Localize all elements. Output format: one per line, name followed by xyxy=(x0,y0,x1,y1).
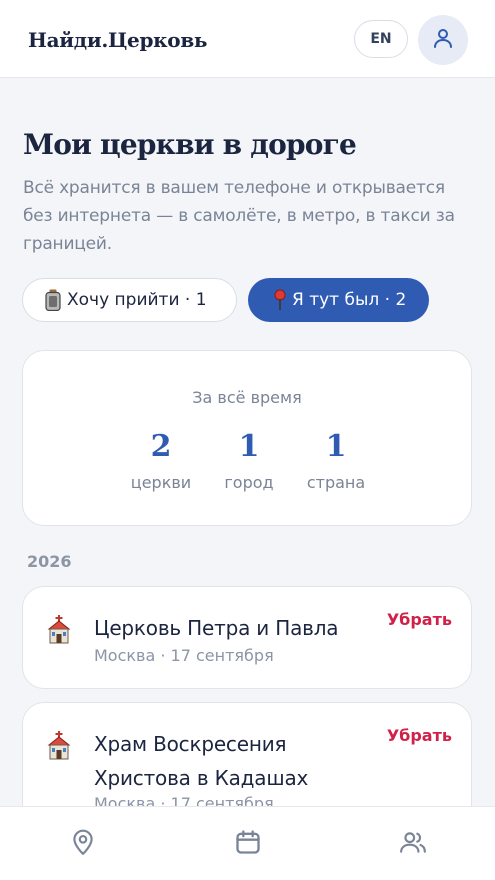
stat-countries: 1 страна xyxy=(291,429,381,492)
tab-want-label: Хочу прийти · 1 xyxy=(67,290,207,310)
church-card[interactable]: Церковь Петра и Павла Москва · 17 сентяб… xyxy=(22,586,472,689)
map-pin-icon xyxy=(70,828,96,860)
language-button[interactable]: EN xyxy=(354,20,408,58)
remove-button[interactable]: Убрать xyxy=(387,610,452,629)
stat-countries-value: 1 xyxy=(325,429,347,464)
church-icon xyxy=(45,731,73,765)
stats-card: За всё время 2 церкви 1 город 1 страна xyxy=(22,350,472,526)
bottom-nav xyxy=(0,806,495,880)
calendar-icon xyxy=(234,828,262,860)
stat-cities-value: 1 xyxy=(238,429,260,464)
church-name: Церковь Петра и Павла xyxy=(94,616,339,640)
app-logo[interactable]: Найди.Церковь xyxy=(28,28,208,52)
stat-countries-label: страна xyxy=(306,473,366,492)
profile-button[interactable] xyxy=(418,15,468,65)
stat-cities: 1 город xyxy=(204,429,294,492)
page-subtitle: Всё хранится в вашем телефоне и открывае… xyxy=(23,178,455,254)
church-icon xyxy=(45,615,73,649)
nav-calendar-button[interactable] xyxy=(233,829,263,859)
year-group-heading: 2026 xyxy=(27,552,72,571)
tab-been-label: Я тут был · 2 xyxy=(292,290,407,310)
stat-churches: 2 церкви xyxy=(116,429,206,492)
tab-want-to-visit[interactable]: Хочу прийти · 1 xyxy=(22,278,237,322)
tab-been-here[interactable]: Я тут был · 2 xyxy=(248,278,429,322)
stat-cities-label: город xyxy=(224,473,274,492)
app-header: Найди.Церковь EN xyxy=(0,0,495,78)
church-name: Храм Воскресения Христова в Кадашах xyxy=(94,732,309,790)
church-meta: Москва · 17 сентября xyxy=(94,646,274,665)
nav-map-button[interactable] xyxy=(68,829,98,859)
stat-churches-value: 2 xyxy=(150,429,172,464)
page-title: Мои церкви в дороге xyxy=(23,128,357,161)
bag-icon xyxy=(45,289,61,311)
pin-icon xyxy=(274,289,286,311)
stat-churches-label: церкви xyxy=(130,473,192,492)
remove-button[interactable]: Убрать xyxy=(387,726,452,745)
users-icon xyxy=(399,829,427,859)
stats-caption: За всё время xyxy=(192,388,302,407)
user-icon xyxy=(431,26,455,54)
nav-community-button[interactable] xyxy=(398,829,428,859)
